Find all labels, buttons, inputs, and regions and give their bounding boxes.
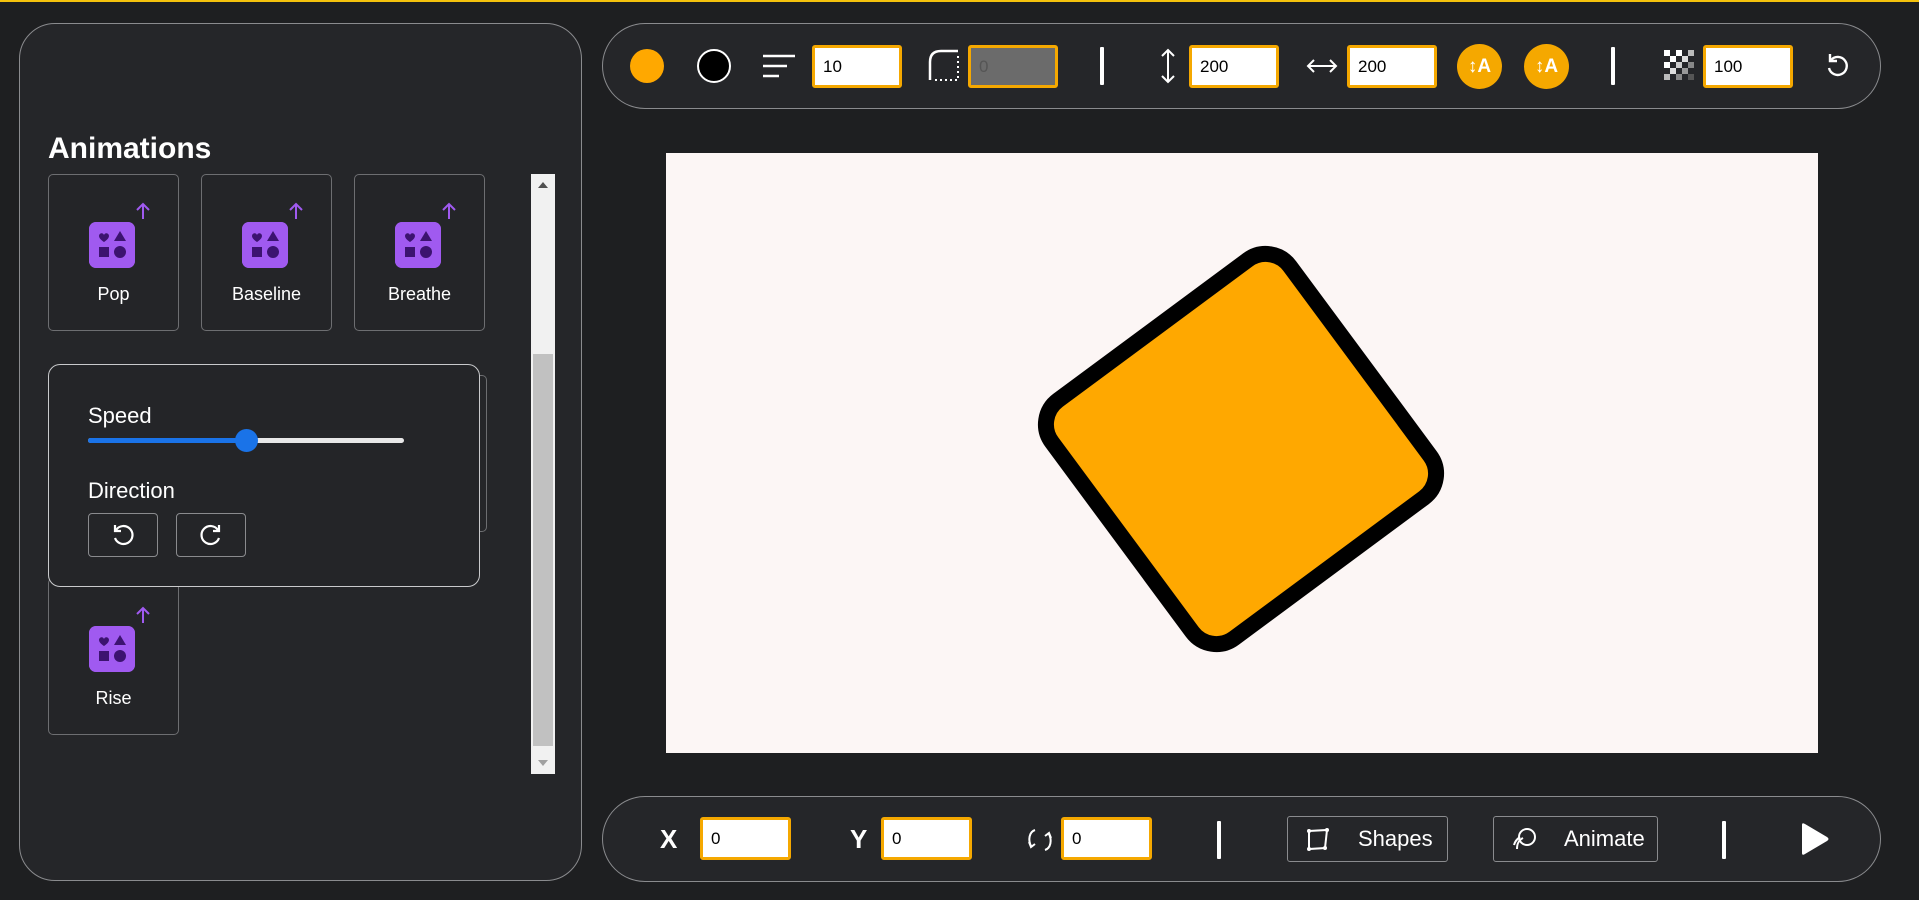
bottombar-divider bbox=[1217, 821, 1221, 859]
speed-slider-fill bbox=[88, 438, 246, 443]
y-input[interactable] bbox=[881, 817, 972, 860]
rotation-icon bbox=[1028, 829, 1052, 851]
scroll-down-arrow-icon[interactable] bbox=[531, 754, 555, 772]
animation-card-pop[interactable]: Pop bbox=[48, 174, 179, 331]
speed-slider-thumb[interactable] bbox=[235, 429, 258, 452]
animation-label: Rise bbox=[95, 688, 132, 708]
direction-clockwise-button[interactable] bbox=[176, 513, 246, 557]
stroke-color-swatch[interactable] bbox=[697, 49, 731, 83]
rotate-counterclockwise-icon bbox=[113, 524, 134, 546]
height-input[interactable] bbox=[1189, 45, 1279, 88]
scroll-up-arrow-icon[interactable] bbox=[531, 176, 555, 194]
opacity-checker-icon bbox=[1664, 50, 1694, 80]
animate-button-label: Animate bbox=[1564, 826, 1645, 851]
reset-icon[interactable] bbox=[1824, 52, 1852, 80]
animation-card-baseline[interactable]: Baseline bbox=[201, 174, 332, 331]
shapes-icon bbox=[395, 222, 441, 268]
play-icon[interactable] bbox=[1798, 822, 1830, 856]
animation-label: Breathe bbox=[387, 284, 452, 304]
x-label: X bbox=[660, 824, 678, 854]
speed-label: Speed bbox=[88, 403, 152, 428]
corner-radius-input[interactable] bbox=[968, 45, 1058, 88]
panel-scrollbar[interactable] bbox=[531, 174, 555, 774]
bottombar-divider bbox=[1722, 821, 1726, 859]
shapes-icon bbox=[89, 626, 135, 672]
animation-label: Pop bbox=[97, 284, 130, 304]
width-input[interactable] bbox=[1347, 45, 1437, 88]
animate-motion-icon bbox=[1513, 828, 1536, 850]
fill-color-swatch[interactable] bbox=[630, 49, 664, 83]
panel-title: Animations bbox=[48, 132, 212, 165]
width-lock-button[interactable]: ↕A bbox=[1524, 44, 1569, 89]
corner-radius-icon bbox=[928, 49, 959, 81]
toolbar-divider bbox=[1611, 47, 1615, 85]
arrow-up-icon bbox=[136, 606, 150, 623]
shape-outline-icon bbox=[1307, 828, 1329, 851]
animation-label: Baseline bbox=[231, 284, 302, 304]
speed-slider[interactable] bbox=[88, 429, 404, 452]
shapes-button[interactable]: Shapes bbox=[1287, 816, 1448, 862]
direction-counterclockwise-button[interactable] bbox=[88, 513, 158, 557]
drawing-canvas[interactable] bbox=[666, 153, 1818, 753]
x-input[interactable] bbox=[700, 817, 791, 860]
stroke-width-icon bbox=[763, 54, 795, 78]
arrow-up-icon bbox=[136, 202, 150, 219]
direction-label: Direction bbox=[88, 478, 175, 503]
arrow-up-icon bbox=[289, 202, 303, 219]
toolbar-divider bbox=[1100, 47, 1104, 85]
height-lock-button[interactable]: ↕A bbox=[1457, 44, 1502, 89]
opacity-input[interactable] bbox=[1703, 45, 1793, 88]
animation-options-popover: Speed Direction bbox=[48, 364, 480, 587]
y-label: Y bbox=[850, 824, 868, 854]
transform-bar: X Y Shapes Animate bbox=[602, 796, 1881, 882]
shapes-icon bbox=[89, 222, 135, 268]
animation-card-breathe[interactable]: Breathe bbox=[354, 174, 485, 331]
rotate-clockwise-icon bbox=[200, 524, 221, 546]
width-arrow-icon bbox=[1306, 59, 1338, 73]
shapes-icon bbox=[242, 222, 288, 268]
stroke-width-input[interactable] bbox=[812, 45, 902, 88]
arrow-up-icon bbox=[442, 202, 456, 219]
animation-card-rise[interactable]: Rise bbox=[48, 578, 179, 735]
animate-button[interactable]: Animate bbox=[1493, 816, 1658, 862]
shapes-button-label: Shapes bbox=[1358, 826, 1433, 851]
canvas-svg bbox=[1034, 242, 1448, 656]
rotation-input[interactable] bbox=[1061, 817, 1152, 860]
selected-shape[interactable] bbox=[1034, 242, 1448, 656]
properties-toolbar: ↕A ↕A bbox=[602, 23, 1881, 109]
height-arrow-icon bbox=[1161, 48, 1175, 84]
scrollbar-thumb[interactable] bbox=[533, 354, 553, 746]
